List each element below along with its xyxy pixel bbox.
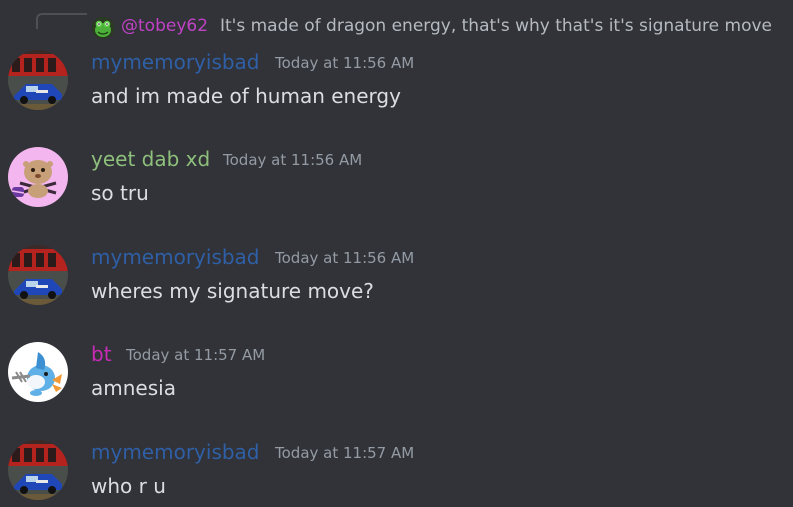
chat-message-list: @tobey62 It's made of dragon energy, tha… — [0, 0, 793, 507]
reply-preview[interactable]: @tobey62 It's made of dragon energy, tha… — [0, 13, 793, 39]
red-car-avatar-icon[interactable] — [8, 440, 68, 500]
mudkip-avatar-icon[interactable] — [8, 342, 68, 402]
timestamp[interactable]: Today at 11:56 AM — [223, 151, 362, 169]
reply-text[interactable]: It's made of dragon energy, that's why t… — [220, 16, 772, 36]
author-name[interactable]: mymemoryisbad — [91, 50, 260, 74]
message-item: mymemoryisbad Today at 11:56 AM and im m… — [0, 50, 793, 120]
author-name[interactable]: yeet dab xd — [91, 147, 210, 171]
author-name[interactable]: bt — [91, 342, 112, 366]
timestamp[interactable]: Today at 11:56 AM — [275, 249, 414, 267]
red-car-avatar-icon[interactable] — [8, 50, 68, 110]
message-content: wheres my signature move? — [91, 279, 374, 303]
message-item: mymemoryisbad Today at 11:56 AM wheres m… — [0, 245, 793, 315]
message-item: bt Today at 11:57 AM amnesia — [0, 342, 793, 412]
timestamp[interactable]: Today at 11:57 AM — [126, 346, 265, 364]
message-item: yeet dab xd Today at 11:56 AM so tru — [0, 147, 793, 217]
timestamp[interactable]: Today at 11:57 AM — [275, 444, 414, 462]
message-content: so tru — [91, 181, 149, 205]
message-content: amnesia — [91, 376, 176, 400]
message-content: and im made of human energy — [91, 84, 401, 108]
message-item: mymemoryisbad Today at 11:57 AM who r u — [0, 440, 793, 507]
author-name[interactable]: mymemoryisbad — [91, 440, 260, 464]
frog-avatar-icon[interactable] — [92, 17, 114, 39]
author-name[interactable]: mymemoryisbad — [91, 245, 260, 269]
red-car-avatar-icon[interactable] — [8, 245, 68, 305]
timestamp[interactable]: Today at 11:56 AM — [275, 54, 414, 72]
message-content: who r u — [91, 474, 166, 498]
reply-mention[interactable]: @tobey62 — [121, 16, 208, 36]
pink-character-avatar-icon[interactable] — [8, 147, 68, 207]
